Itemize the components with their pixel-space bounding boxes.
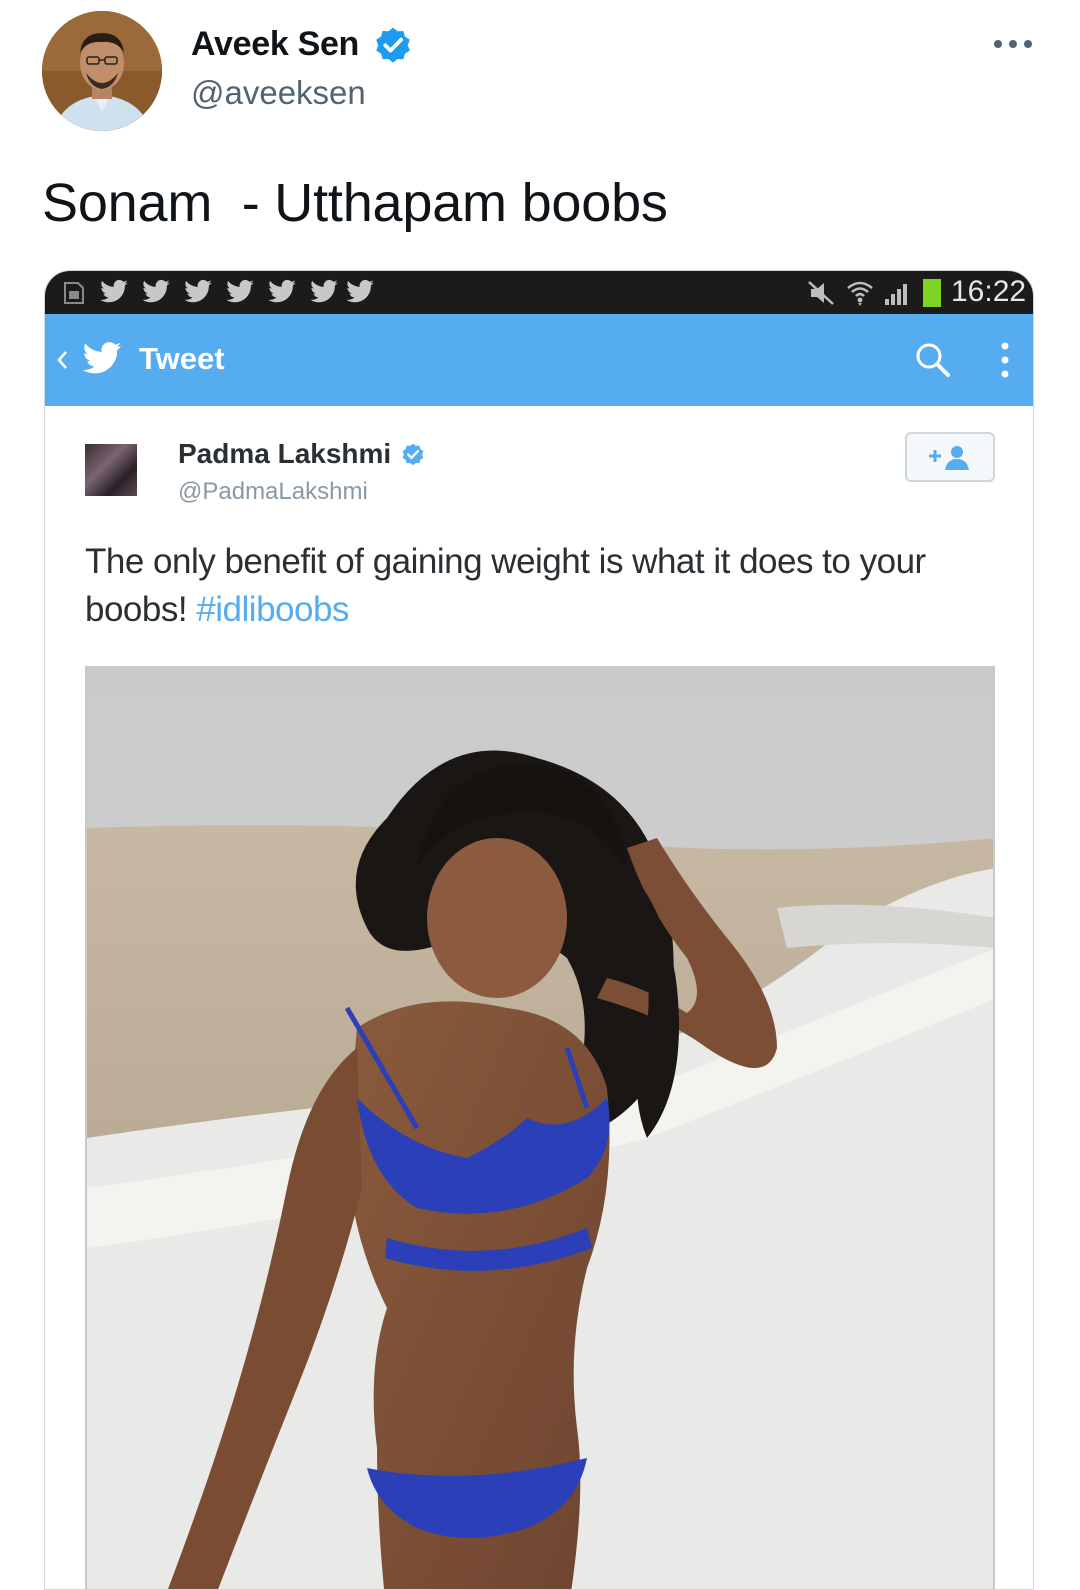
embedded-tweet-text: The only benefit of gaining weight is wh… — [85, 538, 995, 634]
tweet-header: Aveek Sen @aveeksen — [0, 0, 1080, 140]
beach-photo[interactable] — [85, 666, 995, 1589]
twitter-bird-icon — [142, 279, 170, 303]
verified-badge-icon — [402, 443, 424, 466]
battery-icon — [923, 279, 941, 307]
twitter-bird-icon — [310, 279, 338, 303]
twitter-bird-icon — [184, 279, 212, 303]
more-options-button[interactable] — [990, 30, 1036, 60]
twitter-bird-icon — [226, 279, 254, 303]
signal-icon — [885, 284, 907, 305]
tweet-text: Sonam - Utthapam boobs — [42, 173, 668, 233]
inner-avatar[interactable] — [85, 444, 137, 496]
photo-image — [87, 668, 993, 1589]
more-horizontal-icon — [1024, 40, 1032, 48]
twitter-bird-icon — [346, 279, 374, 303]
twitter-logo-icon[interactable] — [81, 340, 123, 378]
embedded-tweet: Padma Lakshmi @PadmaLakshmi The only ben… — [45, 406, 1033, 1589]
add-user-icon — [929, 446, 969, 470]
mute-icon — [808, 281, 834, 305]
sim-card-icon — [64, 282, 84, 304]
inner-author-name[interactable]: Padma Lakshmi — [178, 438, 391, 470]
twitter-bird-icon — [268, 279, 296, 303]
wifi-icon — [847, 281, 873, 306]
author-handle[interactable]: @aveeksen — [191, 74, 366, 112]
tweet-media[interactable]: 16:22 Tweet Padma Lakshmi @PadmaLakshmi — [44, 270, 1034, 1590]
avatar-image — [42, 11, 162, 131]
twitter-bird-icon — [100, 279, 128, 303]
hashtag-link[interactable]: #idliboobs — [196, 590, 349, 629]
avatar[interactable] — [42, 11, 162, 131]
status-time: 16:22 — [951, 275, 1027, 308]
status-bar: 16:22 — [45, 271, 1033, 314]
more-horizontal-icon — [994, 40, 1002, 48]
follow-button[interactable] — [905, 432, 995, 482]
app-bar-title: Tweet — [139, 341, 225, 376]
app-bar: Tweet — [45, 314, 1033, 406]
back-chevron-icon[interactable] — [55, 348, 69, 372]
author-name[interactable]: Aveek Sen — [191, 25, 359, 64]
inner-author-handle[interactable]: @PadmaLakshmi — [178, 478, 368, 506]
overflow-menu-icon[interactable] — [997, 340, 1013, 382]
verified-badge-icon — [376, 27, 410, 63]
more-horizontal-icon — [1009, 40, 1017, 48]
search-icon[interactable] — [913, 340, 953, 380]
